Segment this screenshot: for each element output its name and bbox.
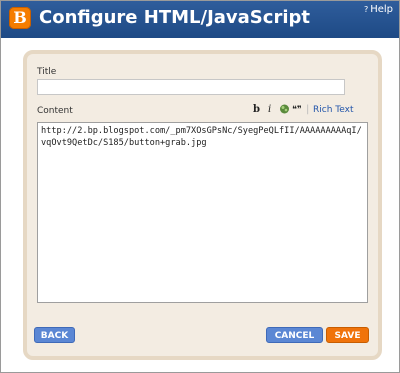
save-button[interactable]: SAVE [326,327,369,343]
dialog-title: Configure HTML/JavaScript [39,7,310,28]
form-panel: Title Content b i ❝❞ | Rich Text http://… [23,50,382,360]
content-textarea[interactable]: http://2.bp.blogspot.com/_pm7XOsGPsNc/Sy… [37,122,368,303]
rich-text-link[interactable]: Rich Text [313,103,353,117]
leaf-icon [280,104,289,114]
back-button[interactable]: BACK [34,327,75,343]
cancel-button[interactable]: CANCEL [266,327,323,343]
italic-button[interactable]: i [268,103,271,117]
title-label: Title [37,67,57,77]
help-link[interactable]: ? Help [364,4,393,16]
link-button[interactable] [279,103,290,117]
dialog-header: B Configure HTML/JavaScript ? Help [1,1,399,38]
help-label: Help [370,4,393,15]
title-input[interactable] [37,79,345,95]
quote-button[interactable]: ❝❞ [292,103,302,117]
dialog-frame: B Configure HTML/JavaScript ? Help Title … [0,0,400,373]
logo-letter: B [13,8,27,27]
blogger-logo-icon: B [9,7,31,29]
help-icon: ? [363,5,369,14]
bold-button[interactable]: b [253,103,260,117]
content-label: Content [37,106,73,116]
toolbar-separator: | [306,104,310,115]
